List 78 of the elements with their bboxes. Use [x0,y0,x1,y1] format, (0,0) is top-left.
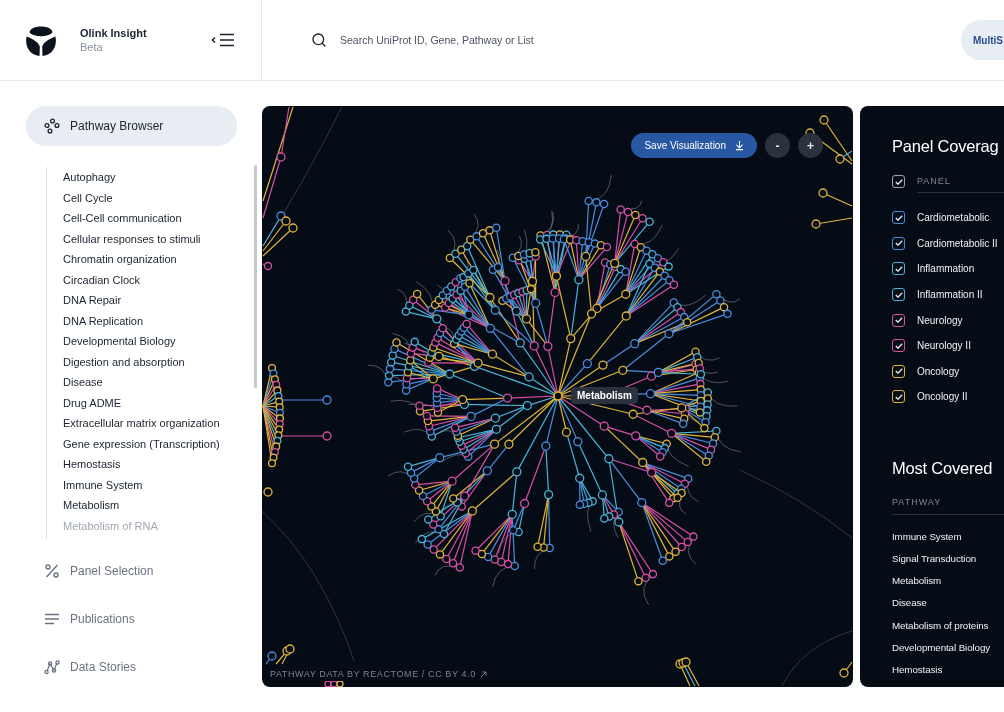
pathway-item[interactable]: Cellular responses to stimuli [47,228,246,249]
check-icon [894,317,903,324]
external-link-icon [479,670,487,678]
pathway-item[interactable]: Cell-Cell communication [47,208,246,229]
panel-label: Cardiometabolic [917,212,990,224]
check-icon [894,393,903,400]
panel-label: Oncology II [917,391,968,403]
node-label: Metabolism [571,387,638,404]
save-visualization-button[interactable]: Save Visualization [631,133,757,158]
collapse-menu-icon [211,33,235,47]
nodes-icon [44,118,60,134]
column-header: PANEL [917,176,951,187]
scrollbar-thumb[interactable] [254,165,257,388]
pathway-item[interactable]: Developmental Biology [892,636,1004,659]
pathway-item[interactable]: DNA Replication [47,310,246,331]
pathway-item[interactable]: Disease [47,372,246,393]
panel-checkbox[interactable] [892,262,905,276]
pathway-item[interactable]: Drug ADME [47,392,246,413]
percent-icon [44,563,60,579]
panel-checkbox[interactable] [892,236,905,250]
pathway-item[interactable]: Chromatin organization [47,249,246,270]
search-icon [311,32,327,48]
pathway-item[interactable]: Signal Transduction [892,547,1004,571]
pathway-item[interactable]: Gene expression (Transcription) [47,433,246,454]
panel-label: Inflammation [917,263,975,275]
nav-item[interactable]: Data Stories [26,647,237,687]
pathway-item[interactable]: Hemostasis [892,658,1004,682]
download-icon [734,140,745,151]
pathway-item[interactable]: Immune System [892,525,1004,548]
column-header: PATHWAY [892,496,942,508]
pathway-item[interactable]: Autophagy [47,167,246,188]
select-all-checkbox[interactable] [892,175,905,188]
pathway-item[interactable]: Immune System [47,474,246,495]
orbit-arc [781,630,853,687]
pathway-item[interactable]: Developmental Biology [47,331,246,352]
zoom-in-button[interactable]: + [798,133,823,158]
pathway-item[interactable]: Extracellular matrix organization [47,413,246,434]
panel-checkbox[interactable] [892,288,905,302]
pathway-item[interactable]: Hemostasis [47,454,246,475]
sidebar-toggle-button[interactable] [211,33,235,47]
search-field[interactable]: Search UniProt ID, Gene, Pathway or List [340,32,580,48]
panel-label: Oncology [917,365,960,377]
check-icon [894,368,903,375]
check-icon [894,266,903,272]
nav-item[interactable]: Panel Selection [26,551,237,591]
panel-title: Panel Coverag [892,136,1000,156]
panel-checkbox[interactable] [892,390,905,404]
nav-item[interactable]: Publications [26,599,237,639]
nav-item[interactable]: Pathway Browser [26,106,237,146]
pathway-item[interactable]: Metabolism [47,495,246,516]
panel-label: Neurology [917,314,963,326]
zoom-out-button[interactable]: - [765,133,790,158]
pathway-item[interactable]: Disease [892,592,1004,615]
app-tag: Beta [80,41,147,53]
check-icon [894,214,903,221]
pathway-item[interactable]: Metabolism [892,570,1004,593]
panel-checkbox[interactable] [892,313,905,327]
text-lines-icon [44,611,60,627]
connected-nodes-icon [44,659,60,675]
panel-checkbox[interactable] [892,211,905,225]
check-icon [894,178,903,185]
hub-node [553,391,563,401]
app-name: Olink Insight [80,27,147,39]
panel-checkbox[interactable] [892,364,905,378]
check-icon [894,342,903,349]
panel-label: Cardiometabolic II [917,237,998,249]
pathway-item[interactable]: DNA Repair [47,290,246,311]
check-icon [894,240,903,247]
panel-checkbox[interactable] [892,339,905,353]
pathway-item[interactable]: Circadian Clock [47,269,246,290]
panel-title: Most Covered [892,457,994,478]
pathway-item[interactable]: Digestion and absorption [47,351,246,372]
panel-label: Inflammation II [917,289,983,301]
pathway-item[interactable]: Metabolism of proteins [892,614,1004,637]
panel-label: Neurology II [917,340,971,352]
check-icon [894,291,903,298]
pathway-item[interactable]: Cell Cycle [47,187,246,208]
header-button[interactable]: MultiS [961,20,1004,60]
